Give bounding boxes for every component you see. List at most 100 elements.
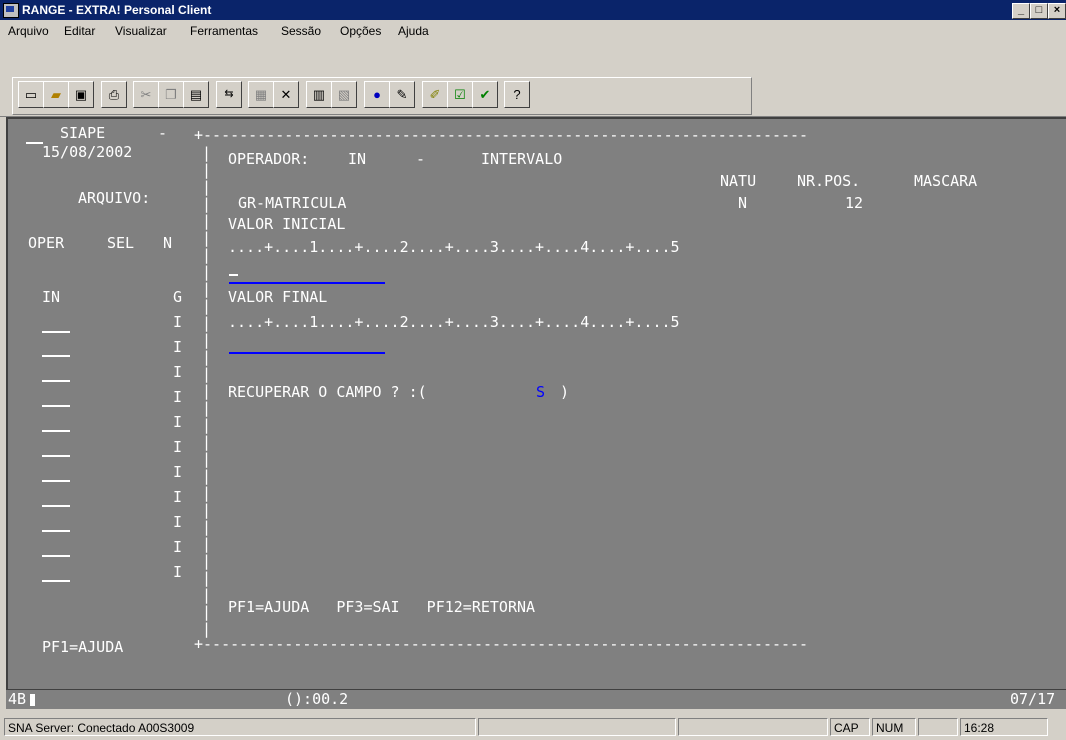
oper-input-4[interactable] bbox=[42, 380, 70, 382]
window-title: RANGE - EXTRA! Personal Client bbox=[22, 3, 212, 17]
system-dash: - bbox=[158, 124, 168, 142]
header-nrpos: NR.POS. bbox=[797, 172, 861, 190]
recuperar-close: ) bbox=[560, 383, 570, 401]
col-header-n: N bbox=[163, 234, 173, 252]
open-folder-icon[interactable]: ▰ bbox=[43, 81, 69, 108]
oia-cursor-position: 07/17 bbox=[1010, 690, 1056, 708]
menu-ferramentas[interactable]: Ferramentas bbox=[190, 24, 258, 38]
status-bar: SNA Server: Conectado A00S3009 CAP NUM 1… bbox=[0, 710, 1066, 740]
oper-input-2[interactable] bbox=[42, 331, 70, 333]
header-natu: NATU bbox=[720, 172, 757, 190]
num-indicator: NUM bbox=[872, 718, 916, 736]
status-panel-2 bbox=[478, 718, 676, 736]
menu-arquivo[interactable]: Arquivo bbox=[8, 24, 49, 38]
recuperar-label: RECUPERAR O CAMPO ? :( bbox=[228, 383, 427, 401]
menu-visualizar[interactable]: Visualizar bbox=[115, 24, 167, 38]
n-value: I bbox=[173, 488, 183, 506]
n-value: I bbox=[173, 463, 183, 481]
system-field-underline bbox=[26, 142, 43, 144]
operador-code: IN bbox=[348, 150, 367, 168]
field-name: GR-MATRICULA bbox=[238, 194, 347, 212]
check-icon[interactable]: ✔ bbox=[472, 81, 498, 108]
oia-session-id: 4B bbox=[8, 690, 27, 708]
pf-help-left: PF1=AJUDA bbox=[42, 638, 124, 656]
title-bar: RANGE - EXTRA! Personal Client _ □ × bbox=[0, 0, 1066, 20]
oper-input-11[interactable] bbox=[42, 555, 70, 557]
oper-input-7[interactable] bbox=[42, 455, 70, 457]
oper-input-3[interactable] bbox=[42, 355, 70, 357]
menu-bar: Arquivo Editar Visualizar Ferramentas Se… bbox=[0, 20, 1066, 41]
system-name: SIAPE bbox=[60, 124, 106, 142]
menu-ajuda[interactable]: Ajuda bbox=[398, 24, 429, 38]
oper-input-9[interactable] bbox=[42, 505, 70, 507]
save-icon[interactable]: ▣ bbox=[68, 81, 94, 108]
caps-indicator: CAP bbox=[830, 718, 870, 736]
terminal-screen[interactable]: +---------------------------------------… bbox=[6, 117, 1066, 689]
n-value: I bbox=[173, 363, 183, 381]
n-value: I bbox=[173, 563, 183, 581]
minimize-button[interactable]: _ bbox=[1012, 3, 1030, 19]
n-value: I bbox=[173, 513, 183, 531]
close-button[interactable]: × bbox=[1048, 3, 1066, 19]
ruler-inicial: ....+....1....+....2....+....3....+....4… bbox=[228, 238, 680, 256]
cut-icon[interactable]: ✂ bbox=[133, 81, 159, 108]
oper-input-10[interactable] bbox=[42, 530, 70, 532]
operador-label: OPERADOR: bbox=[228, 150, 310, 168]
send-receive-icon[interactable]: ⇆ bbox=[216, 81, 242, 108]
clock: 16:28 bbox=[960, 718, 1048, 736]
oper-input-6[interactable] bbox=[42, 430, 70, 432]
file-transfer-icon[interactable]: ▥ bbox=[306, 81, 332, 108]
macro-icon[interactable]: ▧ bbox=[331, 81, 357, 108]
pf-keys: PF1=AJUDA PF3=SAI PF12=RETORNA bbox=[228, 598, 536, 616]
tools-icon[interactable]: ✕ bbox=[273, 81, 299, 108]
print-icon[interactable]: ⎙ bbox=[101, 81, 127, 108]
oper-input-8[interactable] bbox=[42, 480, 70, 482]
quick-pad-icon[interactable]: ✎ bbox=[389, 81, 415, 108]
n-value: I bbox=[173, 538, 183, 556]
arquivo-label: ARQUIVO: bbox=[78, 189, 151, 207]
recuperar-input[interactable]: S bbox=[536, 384, 545, 401]
menu-editar[interactable]: Editar bbox=[64, 24, 95, 38]
oper-input-5[interactable] bbox=[42, 405, 70, 407]
menu-opcoes[interactable]: Opções bbox=[340, 24, 381, 38]
record-icon[interactable]: ● bbox=[364, 81, 390, 108]
valor-inicial-input[interactable] bbox=[229, 282, 385, 284]
new-document-icon[interactable]: ▭ bbox=[18, 81, 44, 108]
session-date: 15/08/2002 bbox=[42, 143, 133, 161]
valor-final-input[interactable] bbox=[229, 352, 385, 354]
maximize-button[interactable]: □ bbox=[1030, 3, 1048, 19]
help-icon[interactable]: ? bbox=[504, 81, 530, 108]
frame-vertical-border: | | | | | | | | | | | | | | | | | | | | … bbox=[202, 144, 212, 638]
status-panel-6 bbox=[918, 718, 958, 736]
toolbar: ▭ ▰ ▣ ⎙ ✂ ❐ ▤ ⇆ ▦ ✕ ▥ ▧ ● ✎ ✐ ☑ ✔ ? bbox=[0, 42, 1066, 117]
header-mascara: MASCARA bbox=[914, 172, 978, 190]
cursor bbox=[229, 274, 238, 276]
copy-icon[interactable]: ❐ bbox=[158, 81, 184, 108]
settings-icon[interactable]: ☑ bbox=[447, 81, 473, 108]
n-value: I bbox=[173, 313, 183, 331]
n-value: I bbox=[173, 438, 183, 456]
valor-inicial-label: VALOR INICIAL bbox=[228, 215, 346, 233]
frame-top-border: +---------------------------------------… bbox=[194, 126, 809, 144]
menu-sessao[interactable]: Sessão bbox=[281, 24, 321, 38]
col-header-oper: OPER bbox=[28, 234, 65, 252]
edit-pad-icon[interactable]: ✐ bbox=[422, 81, 448, 108]
paste-icon[interactable]: ▤ bbox=[183, 81, 209, 108]
operador-name: INTERVALO bbox=[481, 150, 563, 168]
oper-value-1[interactable]: IN bbox=[42, 289, 60, 306]
operator-info-area: 4B ():00.2 07/17 bbox=[6, 689, 1066, 709]
n-value: I bbox=[173, 388, 183, 406]
col-header-sel: SEL bbox=[107, 234, 135, 252]
natu-value: N bbox=[738, 194, 748, 212]
status-panel-3 bbox=[678, 718, 828, 736]
app-icon[interactable] bbox=[3, 3, 19, 18]
screen-icon[interactable]: ▦ bbox=[248, 81, 274, 108]
valor-final-label: VALOR FINAL bbox=[228, 288, 328, 306]
frame-bottom-border: +---------------------------------------… bbox=[194, 635, 809, 653]
connection-status: SNA Server: Conectado A00S3009 bbox=[4, 718, 476, 736]
oper-input-12[interactable] bbox=[42, 580, 70, 582]
ruler-final: ....+....1....+....2....+....3....+....4… bbox=[228, 313, 680, 331]
n-value: G bbox=[173, 288, 183, 306]
n-value: I bbox=[173, 338, 183, 356]
oia-timer: ():00.2 bbox=[285, 690, 349, 708]
